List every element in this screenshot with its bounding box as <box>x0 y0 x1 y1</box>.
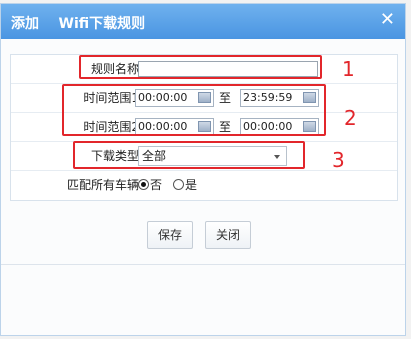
footer-divider <box>1 264 405 265</box>
match-all-vehicles-label: 匹配所有车辆 <box>66 178 139 192</box>
close-icon[interactable]: ✕ <box>380 10 395 30</box>
annotation-number-2: 2 <box>344 106 357 130</box>
radio-yes-label: 是 <box>185 178 198 192</box>
annotation-box-3 <box>73 141 305 169</box>
radio-yes[interactable] <box>173 179 184 190</box>
page: 添加 Wifi下载规则 ✕ 规则名称 时间范围1 00:00:00 至 23:5… <box>0 0 411 339</box>
annotation-box-2 <box>62 84 326 136</box>
annotation-number-3: 3 <box>332 148 345 172</box>
annotation-box-1 <box>79 55 322 79</box>
radio-no[interactable] <box>138 179 149 190</box>
radio-no-label: 否 <box>150 178 163 192</box>
annotation-number-1: 1 <box>342 57 355 81</box>
dialog-titlebar: 添加 Wifi下载规则 ✕ <box>1 4 405 39</box>
wifi-rule-dialog: 添加 Wifi下载规则 ✕ 规则名称 时间范围1 00:00:00 至 23:5… <box>0 3 406 336</box>
match-all-vehicles-row: 匹配所有车辆 否 是 <box>11 171 397 199</box>
close-button[interactable]: 关闭 <box>205 221 251 249</box>
save-button[interactable]: 保存 <box>147 221 193 249</box>
dialog-title: 添加 Wifi下载规则 <box>11 16 146 32</box>
